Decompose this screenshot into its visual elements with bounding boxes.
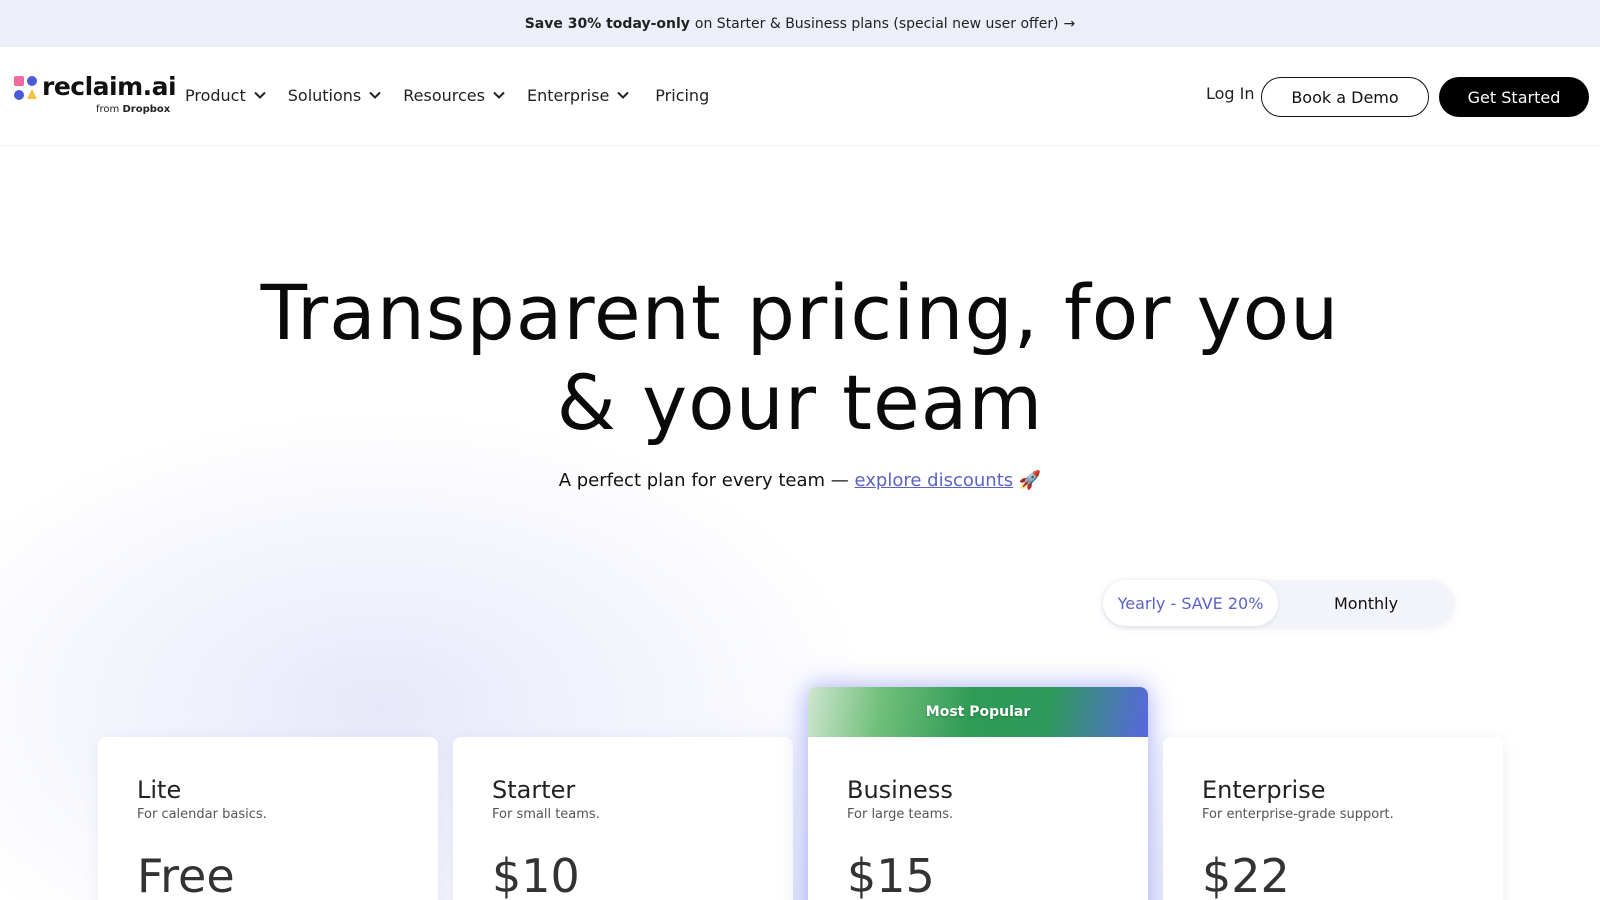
chevron-down-icon (493, 91, 505, 99)
subtitle-text: A perfect plan for every team — (558, 470, 849, 491)
promo-strong-text: Save 30% today-only (524, 15, 690, 32)
plan-name: Business (847, 776, 953, 804)
plan-card-starter: Starter For small teams. $10 (453, 737, 793, 900)
plan-price: $10 (492, 849, 580, 900)
top-navigation: reclaim.ai from Dropbox Product Solution… (0, 47, 1600, 146)
nav-item-label: Enterprise (526, 85, 610, 105)
plan-name: Starter (492, 776, 576, 804)
plan-description: For large teams. (847, 807, 954, 822)
logo-wordmark: reclaim.ai (42, 72, 177, 101)
chevron-down-icon (369, 91, 381, 99)
plan-name: Lite (137, 776, 182, 804)
logo-sub-prefix: from (96, 104, 120, 115)
rocket-icon: 🚀 (1018, 470, 1042, 491)
logo-subtitle: from Dropbox (96, 104, 170, 115)
plan-price: $22 (1202, 849, 1290, 900)
login-link[interactable]: Log In (1206, 84, 1255, 103)
plan-price: Free (137, 849, 235, 900)
book-demo-button[interactable]: Book a Demo (1261, 77, 1429, 117)
toggle-monthly[interactable]: Monthly (1278, 580, 1454, 626)
nav-item-pricing[interactable]: Pricing (655, 86, 709, 105)
toggle-yearly[interactable]: Yearly - SAVE 20% (1103, 580, 1278, 626)
nav-item-label: Product (185, 85, 246, 105)
arrow-right-icon: → (1063, 15, 1076, 32)
logo[interactable]: reclaim.ai from Dropbox (14, 72, 177, 118)
nav-item-label: Solutions (287, 85, 362, 105)
nav-item-label: Resources (403, 85, 485, 105)
nav-item-solutions[interactable]: Solutions (288, 86, 382, 105)
get-started-button[interactable]: Get Started (1439, 77, 1589, 117)
logo-sub-brand: Dropbox (122, 104, 171, 115)
plan-card-enterprise: Enterprise For enterprise-grade support.… (1163, 737, 1503, 900)
chevron-down-icon (617, 91, 630, 99)
plan-description: For calendar basics. (137, 807, 267, 822)
plan-price: $15 (847, 849, 935, 900)
plan-card-body: Business For large teams. $15 (808, 737, 1148, 900)
promo-banner[interactable]: Save 30% today-only on Starter & Busines… (0, 0, 1600, 47)
title-line-1: Transparent pricing, for you (260, 268, 1340, 357)
most-popular-badge: Most Popular (808, 687, 1148, 737)
plan-name: Enterprise (1202, 776, 1326, 804)
nav-item-product[interactable]: Product (185, 86, 266, 105)
promo-text: on Starter & Business plans (special new… (694, 15, 1059, 32)
billing-toggle: Yearly - SAVE 20% Monthly (1103, 580, 1454, 626)
plan-description: For enterprise-grade support. (1202, 807, 1394, 822)
hero-subtitle: A perfect plan for every team — explore … (300, 470, 1300, 491)
plan-description: For small teams. (492, 807, 600, 822)
plan-card-business: Most Popular Business For large teams. $… (808, 687, 1148, 900)
plan-card-lite: Lite For calendar basics. Free (98, 737, 438, 900)
nav-menu: Product Solutions Resources Enterprise P… (185, 83, 731, 107)
nav-item-resources[interactable]: Resources (403, 86, 505, 105)
nav-item-label: Pricing (655, 85, 710, 105)
explore-discounts-link[interactable]: explore discounts (855, 470, 1014, 491)
reclaim-logo-icon (14, 76, 37, 100)
title-line-2: & your team (556, 358, 1044, 447)
page-title: Transparent pricing, for you & your team (200, 268, 1400, 448)
chevron-down-icon (254, 91, 266, 99)
nav-item-enterprise[interactable]: Enterprise (526, 85, 630, 105)
